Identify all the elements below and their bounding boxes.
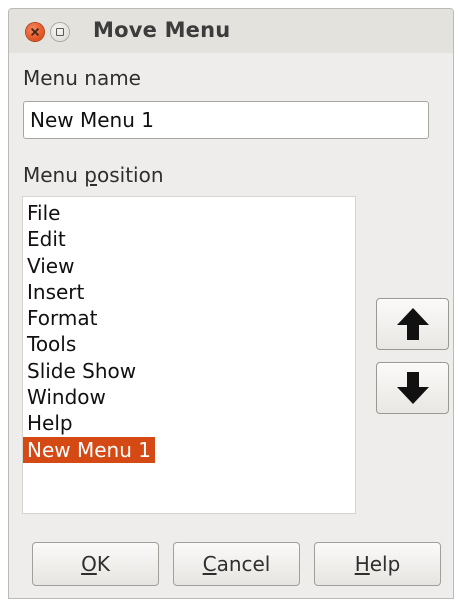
help-button-mnemonic: H	[354, 552, 370, 576]
maximize-icon[interactable]	[51, 23, 69, 41]
ok-button-label-rest: K	[96, 552, 110, 576]
menu-position-label-suffix: osition	[96, 163, 164, 187]
list-item-help[interactable]: Help	[23, 410, 77, 436]
title-bar[interactable]: Move Menu	[9, 9, 453, 53]
list-item-tools[interactable]: Tools	[23, 331, 80, 357]
list-item-edit[interactable]: Edit	[23, 226, 70, 252]
list-item-slide-show[interactable]: Slide Show	[23, 358, 140, 384]
menu-name-label: Menu name	[23, 66, 141, 90]
menu-position-label-prefix: Menu	[23, 163, 85, 187]
list-item-window[interactable]: Window	[23, 384, 110, 410]
menu-position-label-mnemonic: p	[84, 163, 97, 187]
menu-name-input[interactable]	[23, 101, 429, 139]
list-item-file[interactable]: File	[23, 200, 64, 226]
menu-position-list[interactable]: File Edit View Insert Format Tools Slide…	[22, 196, 356, 514]
ok-button[interactable]: OK	[32, 542, 159, 586]
move-menu-dialog: Move Menu Menu name Menu position File E…	[8, 8, 454, 599]
arrow-down-icon	[397, 372, 429, 404]
help-button[interactable]: Help	[314, 542, 441, 586]
close-icon[interactable]	[26, 23, 44, 41]
ok-button-mnemonic: O	[81, 552, 97, 576]
cancel-button-label-rest: ancel	[216, 552, 271, 576]
window-title: Move Menu	[93, 18, 231, 42]
move-down-button[interactable]	[376, 362, 449, 414]
list-item-new-menu-1[interactable]: New Menu 1	[23, 436, 155, 463]
list-item-format[interactable]: Format	[23, 305, 101, 331]
arrow-up-icon	[397, 308, 429, 340]
cancel-button[interactable]: Cancel	[173, 542, 300, 586]
list-item-view[interactable]: View	[23, 253, 78, 279]
help-button-label-rest: elp	[369, 552, 401, 576]
menu-position-label: Menu position	[23, 163, 164, 187]
list-item-insert[interactable]: Insert	[23, 279, 88, 305]
cancel-button-mnemonic: C	[202, 552, 217, 576]
move-up-button[interactable]	[376, 298, 449, 350]
